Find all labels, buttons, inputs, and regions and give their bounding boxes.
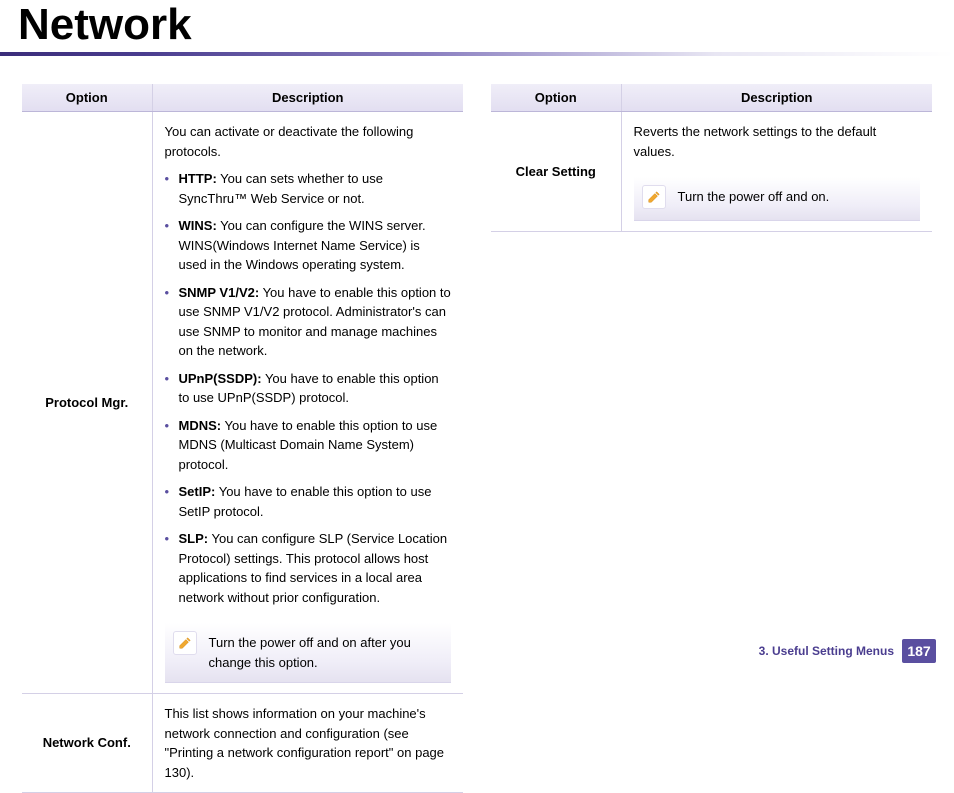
proto-name: WINS: — [179, 218, 217, 233]
note-pencil-icon — [642, 185, 666, 209]
proto-text: You have to enable this option to use Se… — [179, 484, 432, 519]
list-item: SLP: You can configure SLP (Service Loca… — [165, 529, 452, 607]
left-table: Option Description Protocol Mgr. You can… — [22, 84, 463, 793]
desc-clear-setting: Reverts the network settings to the defa… — [621, 112, 932, 232]
proto-name: UPnP(SSDP): — [179, 371, 262, 386]
proto-name: SLP: — [179, 531, 209, 546]
note-text: Turn the power off and on. — [678, 189, 830, 204]
protocol-list: HTTP: You can sets whether to use SyncTh… — [165, 169, 452, 607]
proto-name: MDNS: — [179, 418, 222, 433]
list-item: HTTP: You can sets whether to use SyncTh… — [165, 169, 452, 208]
page-number: 187 — [907, 643, 930, 659]
note-pencil-icon — [173, 631, 197, 655]
page-title-text: Network — [18, 0, 192, 49]
list-item: SNMP V1/V2: You have to enable this opti… — [165, 283, 452, 361]
page-number-badge: 187 — [902, 639, 936, 663]
list-item: WINS: You can configure the WINS server.… — [165, 216, 452, 275]
proto-text: You can configure SLP (Service Location … — [179, 531, 448, 605]
page-title: Network — [0, 0, 954, 56]
note-box: Turn the power off and on. — [634, 177, 921, 221]
table-row: Clear Setting Reverts the network settin… — [491, 112, 932, 232]
content-columns: Option Description Protocol Mgr. You can… — [0, 62, 954, 793]
table-header-row: Option Description — [491, 84, 932, 112]
desc-intro: You can activate or deactivate the follo… — [165, 122, 452, 161]
header-option: Option — [491, 84, 621, 112]
desc-text: Reverts the network settings to the defa… — [634, 122, 921, 161]
title-underline — [0, 52, 954, 56]
desc-network-conf: This list shows information on your mach… — [152, 694, 463, 793]
page-footer: 3. Useful Setting Menus 187 — [759, 639, 936, 663]
option-protocol-mgr: Protocol Mgr. — [22, 112, 152, 694]
header-description: Description — [621, 84, 932, 112]
list-item: MDNS: You have to enable this option to … — [165, 416, 452, 475]
proto-name: SNMP V1/V2: — [179, 285, 260, 300]
left-column: Option Description Protocol Mgr. You can… — [22, 84, 463, 793]
option-network-conf: Network Conf. — [22, 694, 152, 793]
table-header-row: Option Description — [22, 84, 463, 112]
footer-section: 3. Useful Setting Menus — [759, 644, 894, 658]
table-row: Network Conf. This list shows informatio… — [22, 694, 463, 793]
note-text: Turn the power off and on after you chan… — [209, 635, 411, 670]
desc-text: This list shows information on your mach… — [165, 706, 445, 780]
right-column: Option Description Clear Setting Reverts… — [491, 84, 932, 793]
table-row: Protocol Mgr. You can activate or deacti… — [22, 112, 463, 694]
list-item: SetIP: You have to enable this option to… — [165, 482, 452, 521]
desc-protocol-mgr: You can activate or deactivate the follo… — [152, 112, 463, 694]
right-table: Option Description Clear Setting Reverts… — [491, 84, 932, 232]
list-item: UPnP(SSDP): You have to enable this opti… — [165, 369, 452, 408]
note-box: Turn the power off and on after you chan… — [165, 623, 452, 683]
proto-name: HTTP: — [179, 171, 217, 186]
header-option: Option — [22, 84, 152, 112]
proto-name: SetIP: — [179, 484, 216, 499]
option-clear-setting: Clear Setting — [491, 112, 621, 232]
header-description: Description — [152, 84, 463, 112]
